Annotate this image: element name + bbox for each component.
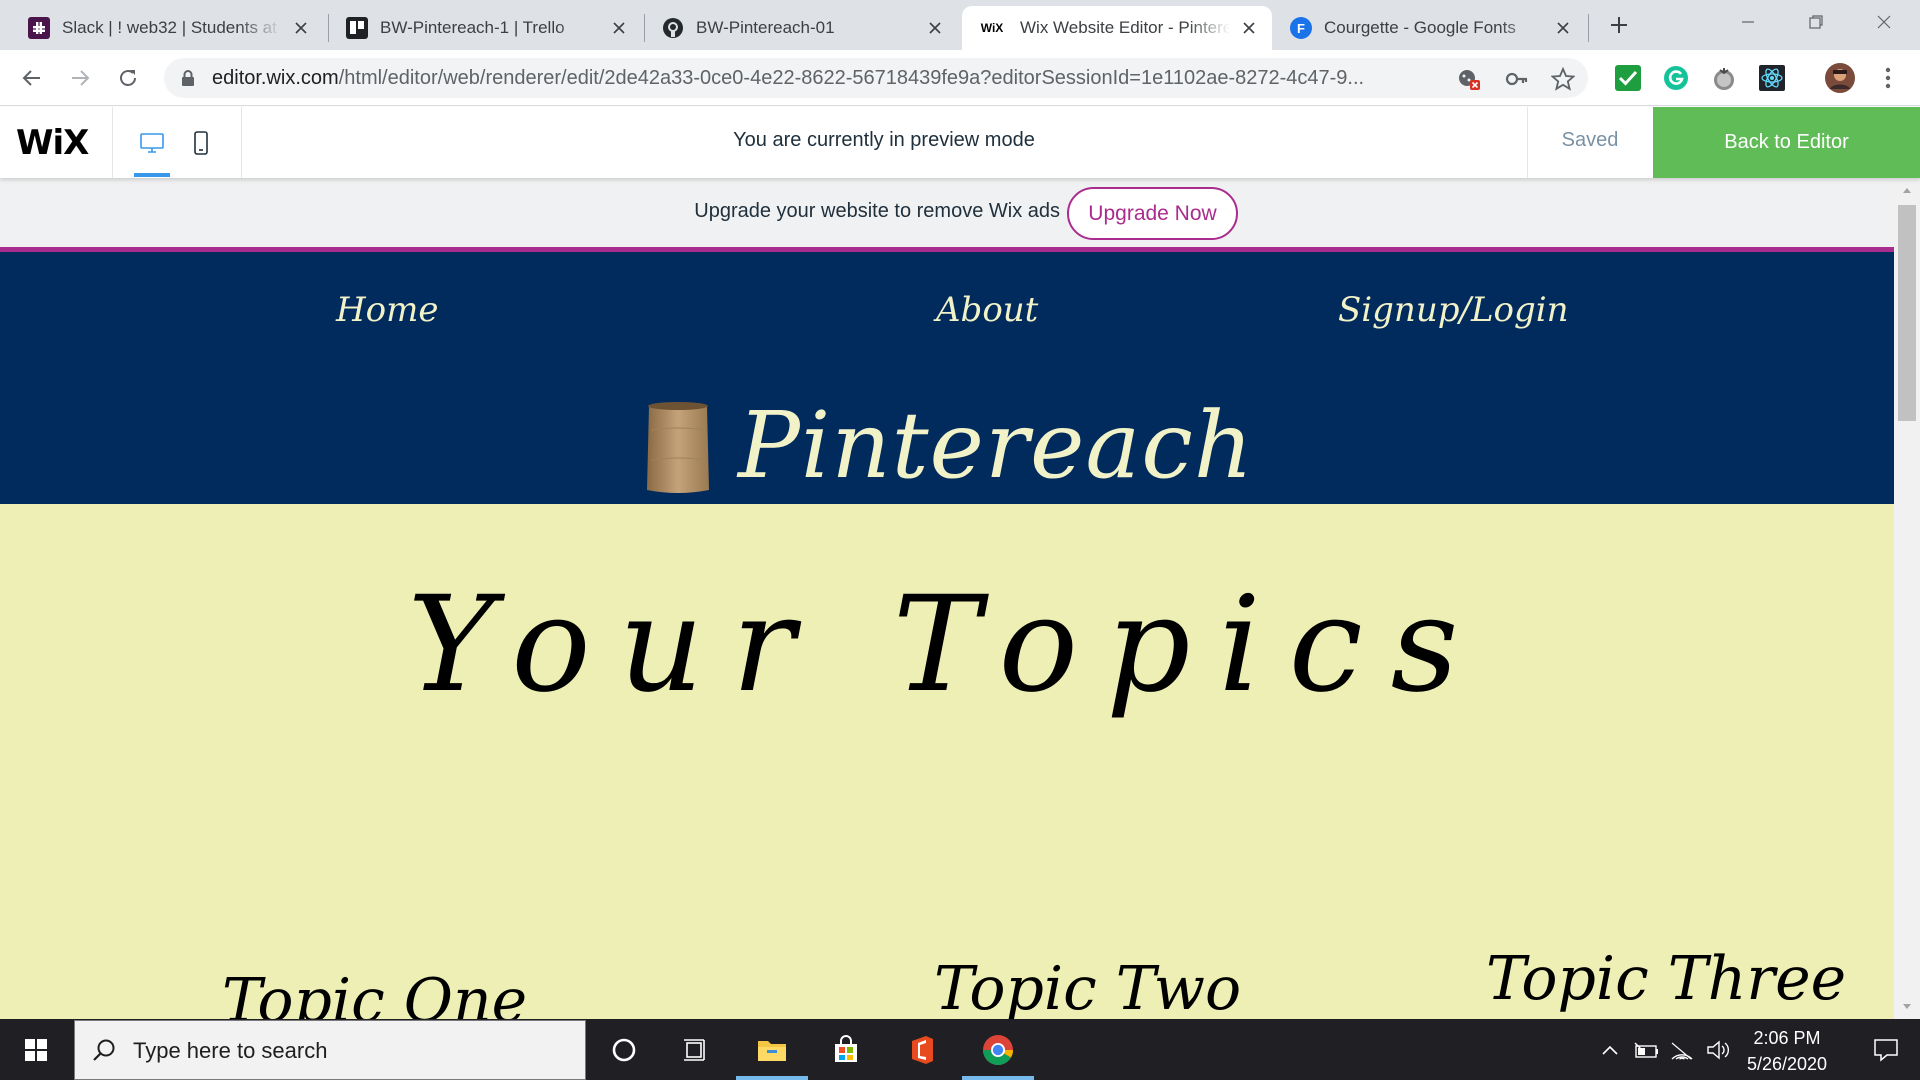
- windows-start-button[interactable]: [0, 1019, 72, 1080]
- file-explorer-icon[interactable]: [736, 1019, 808, 1080]
- active-app-indicator: [962, 1076, 1034, 1080]
- close-tab-icon[interactable]: [1238, 17, 1260, 39]
- scroll-up-arrow-icon[interactable]: [1894, 180, 1920, 200]
- bookmark-star-icon[interactable]: [1550, 66, 1576, 92]
- slack-icon: [28, 17, 50, 39]
- windows-taskbar: Type here to search 2:06 PM 5/26/2020: [0, 1019, 1920, 1080]
- nav-home[interactable]: Home: [336, 290, 438, 330]
- tomato-timer-icon[interactable]: [1710, 64, 1738, 92]
- tab-github[interactable]: BW-Pintereach-01: [648, 6, 958, 50]
- tab-title: Courgette - Google Fonts: [1324, 18, 1516, 37]
- lock-icon[interactable]: [178, 68, 198, 88]
- wix-preview-bar: WiX You are currently in preview mode Sa…: [0, 107, 1920, 178]
- topic-two-heading[interactable]: Topic Two: [934, 954, 1241, 1019]
- chrome-icon[interactable]: [962, 1019, 1034, 1080]
- cortana-icon[interactable]: [588, 1019, 660, 1080]
- search-icon: [91, 1037, 117, 1063]
- google-fonts-icon: F: [1290, 17, 1312, 39]
- address-bar[interactable]: editor.wix.com/html/editor/web/renderer/…: [164, 58, 1588, 98]
- ad-banner-text: Upgrade your website to remove Wix ads: [694, 200, 1060, 222]
- scrollbar-thumb[interactable]: [1898, 205, 1916, 421]
- tab-title: Slack | ! web32 | Students at Lambda Sch…: [62, 18, 282, 37]
- url-text[interactable]: editor.wix.com/html/editor/web/renderer/…: [212, 67, 1392, 90]
- tab-separator: [328, 14, 329, 42]
- action-center-icon[interactable]: [1852, 1019, 1920, 1080]
- nav-signup-login[interactable]: Signup/Login: [1338, 290, 1569, 330]
- tab-google-fonts[interactable]: F Courgette - Google Fonts: [1276, 6, 1586, 50]
- tab-title: BW-Pintereach-1 | Trello: [380, 18, 565, 37]
- section-title: Your Topics: [407, 568, 1487, 722]
- minimize-window-button[interactable]: [1714, 0, 1782, 44]
- tab-title: Wix Website Editor - Pintereach: [1020, 18, 1230, 37]
- active-app-indicator: [736, 1076, 808, 1080]
- github-icon: [662, 17, 684, 39]
- user-avatar[interactable]: [1824, 62, 1856, 94]
- taskbar-search-box[interactable]: Type here to search: [74, 1020, 586, 1080]
- close-window-button[interactable]: [1850, 0, 1918, 44]
- upgrade-now-button[interactable]: Upgrade Now: [1067, 187, 1238, 240]
- close-tab-icon[interactable]: [608, 17, 630, 39]
- clock-time: 2:06 PM: [1753, 1028, 1821, 1048]
- office-icon[interactable]: [886, 1019, 958, 1080]
- new-tab-button[interactable]: [1604, 10, 1634, 40]
- tab-separator: [644, 14, 645, 42]
- search-placeholder: Type here to search: [133, 1038, 328, 1063]
- parchment-scroll-icon: [647, 402, 709, 493]
- topic-one-heading[interactable]: Topic One: [222, 966, 527, 1019]
- wix-logo: WiX: [16, 123, 89, 163]
- page-scrollbar[interactable]: [1894, 178, 1920, 1019]
- restore-window-button[interactable]: [1782, 0, 1850, 44]
- desktop-view-button[interactable]: [135, 127, 169, 159]
- topic-three-heading[interactable]: Topic Three: [1486, 944, 1846, 1014]
- browser-menu-icon[interactable]: [1874, 64, 1902, 92]
- browser-tab-strip: Slack | ! web32 | Students at Lambda Sch…: [0, 0, 1920, 50]
- microsoft-store-icon[interactable]: [810, 1019, 882, 1080]
- preview-mode-message: You are currently in preview mode: [733, 129, 1035, 151]
- mobile-view-button[interactable]: [184, 127, 218, 159]
- wifi-icon[interactable]: [1668, 1036, 1696, 1064]
- active-device-indicator: [134, 173, 170, 177]
- back-to-editor-button[interactable]: Back to Editor: [1653, 107, 1920, 178]
- blocked-cookies-icon[interactable]: [1456, 66, 1482, 92]
- tab-trello[interactable]: BW-Pintereach-1 | Trello: [332, 6, 642, 50]
- scroll-down-arrow-icon[interactable]: [1894, 997, 1920, 1017]
- react-devtools-icon[interactable]: [1758, 64, 1786, 92]
- close-tab-icon[interactable]: [924, 17, 946, 39]
- close-tab-icon[interactable]: [1552, 17, 1574, 39]
- nav-about[interactable]: About: [936, 290, 1038, 330]
- site-brand-title[interactable]: Pintereach: [738, 392, 1254, 499]
- wix-ad-banner: Upgrade your website to remove Wix ads U…: [0, 178, 1894, 247]
- taskbar-clock[interactable]: 2:06 PM 5/26/2020: [1722, 1025, 1852, 1077]
- task-view-icon[interactable]: [660, 1019, 732, 1080]
- checkmark-extension-icon[interactable]: [1614, 64, 1642, 92]
- password-key-icon[interactable]: [1504, 66, 1530, 92]
- close-tab-icon[interactable]: [290, 17, 312, 39]
- battery-icon[interactable]: [1632, 1036, 1660, 1064]
- tab-wix-editor[interactable]: WiX Wix Website Editor - Pintereach: [962, 6, 1272, 50]
- saved-status: Saved: [1561, 129, 1619, 151]
- divider: [112, 107, 113, 178]
- url-host: editor.wix.com: [212, 67, 339, 89]
- url-path: /html/editor/web/renderer/edit/2de42a33-…: [338, 67, 1365, 89]
- wix-icon: WiX: [980, 21, 1004, 35]
- site-preview: Upgrade your website to remove Wix ads U…: [0, 178, 1894, 1019]
- grammarly-icon[interactable]: [1662, 64, 1690, 92]
- clock-date: 5/26/2020: [1746, 1054, 1828, 1074]
- reload-button[interactable]: [112, 62, 144, 94]
- site-header: Home About Signup/Login Pintereach: [0, 252, 1894, 504]
- tab-title: BW-Pintereach-01: [696, 18, 835, 37]
- forward-button[interactable]: [64, 62, 96, 94]
- show-hidden-icons-chevron-icon[interactable]: [1596, 1036, 1624, 1064]
- tab-slack[interactable]: Slack | ! web32 | Students at Lambda Sch…: [14, 6, 324, 50]
- trello-icon: [346, 17, 368, 39]
- back-button[interactable]: [16, 62, 48, 94]
- tab-separator: [1588, 14, 1589, 42]
